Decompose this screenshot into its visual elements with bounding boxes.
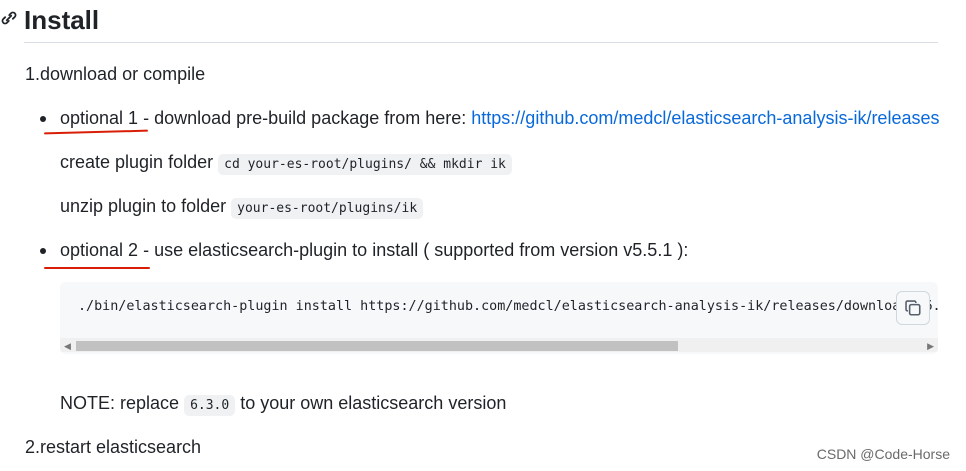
red-annotation-underline-1 <box>43 129 149 135</box>
note-prefix: NOTE: replace <box>60 393 180 413</box>
option-2-line: optional 2 - use elasticsearch-plugin to… <box>60 238 688 262</box>
option-2-label: optional 2 <box>60 240 139 260</box>
option-1-label: optional 1 <box>60 108 139 128</box>
create-folder-line: create plugin folder cd your-es-root/plu… <box>60 150 512 177</box>
step-1-label: 1.download or compile <box>25 64 206 84</box>
copy-button[interactable] <box>896 291 930 325</box>
bullet-option-1 <box>40 116 46 122</box>
scroll-left-icon[interactable]: ◀ <box>64 341 71 351</box>
scroll-right-icon[interactable]: ▶ <box>927 341 934 351</box>
code-block: ./bin/elasticsearch-plugin install https… <box>60 282 938 354</box>
releases-link[interactable]: https://github.com/medcl/elasticsearch-a… <box>471 108 939 128</box>
option-2-dash: - <box>138 240 155 260</box>
note-line: NOTE: replace 6.3.0 to your own elastics… <box>60 391 506 418</box>
note-suffix: to your own elasticsearch version <box>240 393 507 413</box>
red-annotation-underline-2 <box>44 267 150 269</box>
unzip-line: unzip plugin to folder your-es-root/plug… <box>60 194 424 221</box>
option-2-text: use elasticsearch-plugin to install ( su… <box>154 240 689 260</box>
watermark: CSDN @Code-Horse <box>816 446 950 462</box>
heading-divider <box>24 42 938 43</box>
option-1-text: download pre-build package from here: <box>154 108 472 128</box>
code-block-text: ./bin/elasticsearch-plugin install https… <box>78 299 938 314</box>
note-version-code: 6.3.0 <box>184 395 236 416</box>
option-1-line: optional 1 - download pre-build package … <box>60 106 939 130</box>
unzip-code: your-es-root/plugins/ik <box>231 198 424 219</box>
option-1-dash: - <box>138 108 155 128</box>
horizontal-scrollbar[interactable]: ◀ ▶ <box>60 338 938 352</box>
page-title: Install <box>24 5 100 35</box>
create-folder-code: cd your-es-root/plugins/ && mkdir ik <box>218 154 512 175</box>
link-icon[interactable] <box>0 8 18 28</box>
step-2-label: 2.restart elasticsearch <box>25 437 202 457</box>
scrollbar-thumb[interactable] <box>76 341 678 351</box>
unzip-label: unzip plugin to folder <box>60 196 227 216</box>
bullet-option-2 <box>40 248 46 254</box>
create-folder-label: create plugin folder <box>60 152 214 172</box>
copy-icon <box>905 300 921 316</box>
